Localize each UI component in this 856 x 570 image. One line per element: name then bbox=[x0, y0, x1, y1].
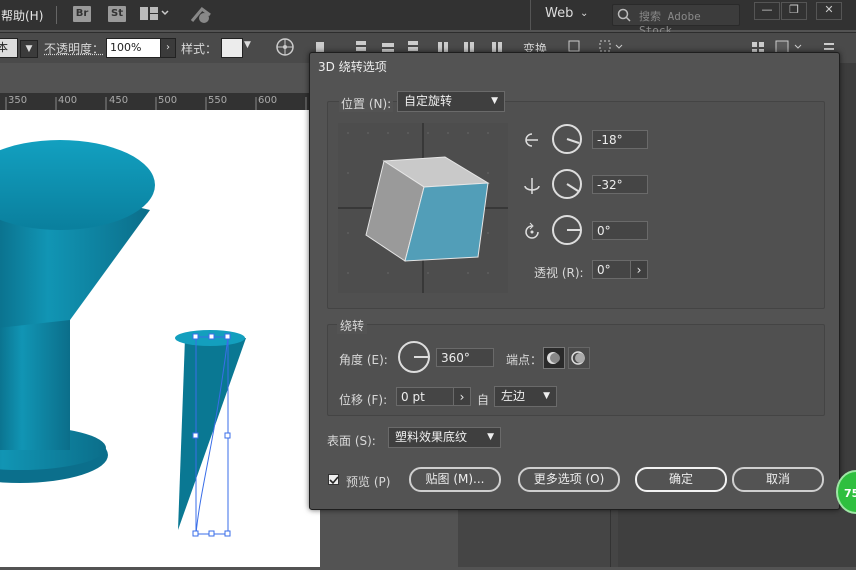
restore-button[interactable]: ❐ bbox=[781, 2, 807, 20]
document-tab-strip bbox=[0, 63, 320, 93]
chevron-down-icon: ▼ bbox=[487, 432, 494, 442]
y-axis-rotate-icon bbox=[524, 178, 540, 194]
ok-button[interactable]: 确定 bbox=[635, 467, 727, 492]
divider bbox=[56, 6, 57, 24]
arrange-documents-icon[interactable] bbox=[140, 7, 169, 20]
from-dropdown[interactable]: 左边 ▼ bbox=[494, 386, 557, 407]
divider bbox=[530, 0, 531, 30]
y-axis-angle-input[interactable]: -32° bbox=[592, 175, 648, 194]
chevron-right-icon[interactable]: › bbox=[453, 387, 471, 406]
bridge-button[interactable]: Br bbox=[73, 6, 91, 22]
cap-on-button[interactable] bbox=[543, 347, 565, 369]
y-axis-rotate-dial[interactable] bbox=[552, 169, 582, 199]
position-preset-dropdown[interactable]: 自定旋转 ▼ bbox=[397, 91, 505, 112]
perspective-label: 透视 (R): bbox=[534, 266, 584, 280]
x-axis-rotate-dial[interactable] bbox=[552, 124, 582, 154]
surface-label: 表面 (S): bbox=[327, 434, 376, 448]
chevron-down-icon[interactable]: ⌄ bbox=[580, 8, 588, 19]
cancel-button[interactable]: 取消 bbox=[732, 467, 824, 492]
panel-dock bbox=[838, 63, 856, 483]
close-button[interactable]: ✕ bbox=[816, 2, 842, 20]
offset-label: 位移 (F): bbox=[339, 393, 388, 407]
cap-hollow-icon bbox=[571, 351, 585, 365]
recolor-artwork-icon[interactable] bbox=[276, 38, 294, 59]
opacity-label: 不透明度： bbox=[44, 42, 105, 56]
cap-off-button[interactable] bbox=[568, 347, 590, 369]
surface-dropdown[interactable]: 塑料效果底纹 ▼ bbox=[388, 427, 501, 448]
stock-button[interactable]: St bbox=[108, 6, 126, 22]
from-value: 左边 bbox=[501, 389, 526, 403]
surface-value: 塑料效果底纹 bbox=[395, 430, 468, 444]
z-axis-rotate-dial[interactable] bbox=[552, 215, 582, 245]
revolve-angle-dial[interactable] bbox=[398, 341, 430, 373]
from-label: 自 bbox=[477, 393, 490, 407]
chevron-down-icon: ▼ bbox=[543, 391, 550, 401]
graphic-style-swatch[interactable] bbox=[221, 38, 243, 58]
x-axis-rotate-icon bbox=[525, 133, 538, 147]
help-menu[interactable]: 帮助(H) bbox=[1, 7, 43, 24]
opacity-input[interactable]: 100% bbox=[106, 38, 161, 58]
preview-label[interactable]: 预览 (P) bbox=[346, 473, 390, 490]
3d-artwork[interactable] bbox=[0, 110, 320, 567]
stock-search-input[interactable]: 搜索 Adobe Stock bbox=[612, 4, 740, 37]
offset-input[interactable]: 0 pt bbox=[396, 387, 454, 406]
angle-label: 角度 (E): bbox=[339, 353, 388, 367]
position-label: 位置 (N): bbox=[339, 95, 394, 112]
gpu-performance-icon[interactable] bbox=[190, 5, 214, 28]
perspective-input[interactable]: 0° bbox=[592, 260, 634, 279]
track-cube-widget[interactable] bbox=[338, 123, 508, 293]
artboard-canvas[interactable] bbox=[0, 110, 320, 567]
x-axis-angle-input[interactable]: -18° bbox=[592, 130, 648, 149]
minimize-button[interactable]: — bbox=[754, 2, 780, 20]
position-preset-value: 自定旋转 bbox=[404, 94, 453, 108]
revolve-label: 绕转 bbox=[337, 317, 368, 334]
horizontal-ruler: 350 400 450 500 550 600 bbox=[0, 93, 320, 111]
z-axis-rotate-icon bbox=[525, 222, 539, 239]
checkmark-icon bbox=[329, 476, 339, 485]
revolve-angle-input[interactable]: 360° bbox=[436, 348, 494, 367]
map-art-button[interactable]: 贴图 (M)... bbox=[409, 467, 501, 492]
workspace-switcher[interactable]: Web bbox=[545, 6, 573, 21]
more-options-button[interactable]: 更多选项 (O) bbox=[518, 467, 620, 492]
style-field[interactable]: 本 bbox=[0, 38, 18, 58]
cap-label: 端点： bbox=[506, 353, 543, 367]
cap-solid-icon bbox=[547, 352, 560, 364]
chevron-down-icon[interactable]: ▼ bbox=[20, 40, 38, 58]
chevron-down-icon[interactable]: ▼ bbox=[244, 40, 251, 50]
chevron-down-icon: ▼ bbox=[491, 96, 498, 106]
search-icon bbox=[617, 8, 631, 22]
chevron-right-icon[interactable]: › bbox=[160, 38, 176, 58]
menu-bar: 帮助(H) Br St Web ⌄ 搜索 Adobe Stock — ❐ ✕ bbox=[0, 0, 856, 37]
style-label: 样式： bbox=[181, 42, 218, 56]
dialog-title: 3D 绕转选项 bbox=[318, 60, 387, 74]
3d-revolve-options-dialog: 3D 绕转选项 位置 (N): 自定旋转 ▼ -18° -32° 0° 透视 (… bbox=[309, 52, 840, 510]
preview-checkbox[interactable] bbox=[328, 474, 339, 485]
chevron-right-icon[interactable]: › bbox=[630, 260, 648, 279]
z-axis-angle-input[interactable]: 0° bbox=[592, 221, 648, 240]
